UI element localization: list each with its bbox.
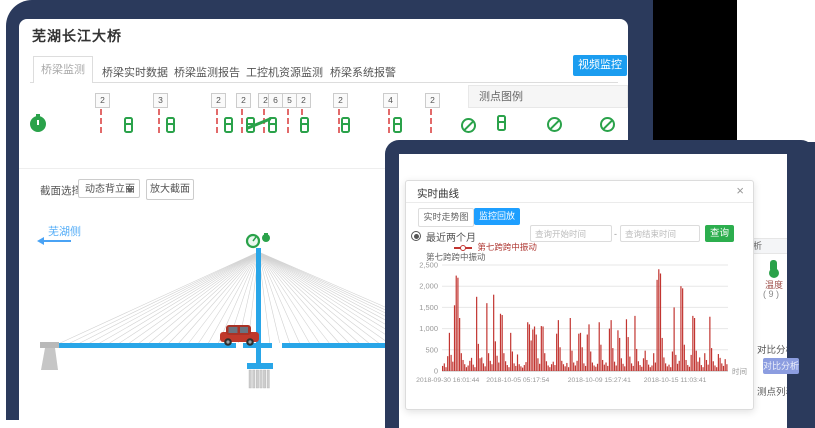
chain-sensor-icon[interactable] — [124, 117, 133, 132]
dialog-header: 实时曲线 × — [406, 181, 753, 203]
deck-joint — [236, 343, 243, 348]
no-entry-legend-icon — [547, 117, 562, 132]
sensor-count-badge[interactable]: 2 — [211, 93, 226, 108]
stopwatch-icon[interactable] — [30, 116, 46, 132]
chain-sensor-icon[interactable] — [224, 117, 233, 132]
chain-sensor-icon[interactable] — [300, 117, 309, 132]
abutment-pier — [41, 348, 58, 370]
front-window-content: 析 温度 ( 9 ) 对比分析 对比分析 测点列表 实时曲线 × 实时走势图 监… — [399, 154, 787, 428]
sensor-dash-line — [216, 109, 218, 133]
svg-text:2018-10-15 11:03:41: 2018-10-15 11:03:41 — [644, 377, 707, 384]
pier-piles — [249, 370, 269, 388]
tab-ipc-resource[interactable]: 工控机资源监测 — [246, 64, 323, 80]
tab-realtime-data[interactable]: 桥梁实时数据 — [102, 64, 168, 80]
svg-text:1,500: 1,500 — [419, 303, 438, 312]
dialog-title: 实时曲线 — [417, 186, 459, 201]
sensor-dash-line — [241, 109, 243, 133]
sensor-count-badge[interactable]: 2 — [236, 93, 251, 108]
last-two-months-radio[interactable] — [411, 231, 421, 241]
vibration-chart: 0 500 1,000 1,500 2,000 2,500 2018-09-30 16:01… — [410, 259, 748, 403]
deck-joint — [272, 343, 282, 348]
tab-realtime-trend[interactable]: 实时走势图 — [418, 208, 474, 227]
bridge-tower — [256, 248, 261, 366]
sensor-dash-line — [100, 109, 102, 133]
front-window: 析 温度 ( 9 ) 对比分析 对比分析 测点列表 实时曲线 × 实时走势图 监… — [385, 140, 815, 428]
car-illustration — [220, 325, 259, 346]
temperature-count: ( 9 ) — [763, 289, 779, 299]
sensor-count-badge[interactable]: 4 — [383, 93, 398, 108]
svg-text:2018-10-05 05:17:54: 2018-10-05 05:17:54 — [486, 377, 549, 384]
tab-system-alarm[interactable]: 桥梁系统报警 — [330, 64, 396, 80]
sensor-count-badge[interactable]: 6 — [268, 93, 283, 108]
bridge-cables — [58, 252, 388, 344]
sensor-count-badge[interactable]: 2 — [95, 93, 110, 108]
svg-text:时间: 时间 — [732, 366, 747, 376]
compare-analysis-button[interactable]: 对比分析 — [763, 358, 799, 374]
sensor-dash-line — [158, 109, 160, 133]
section-select-dropdown[interactable]: 动态背立面 — [78, 179, 140, 198]
query-button[interactable]: 查询 — [705, 225, 734, 242]
tabbar-divider — [30, 82, 618, 83]
bridge-deck — [58, 343, 388, 348]
svg-text:1,000: 1,000 — [419, 324, 438, 333]
video-monitor-button[interactable]: 视频监控 — [573, 55, 627, 76]
svg-text:500: 500 — [425, 345, 438, 354]
zoom-section-button[interactable]: 放大截面 — [146, 179, 194, 200]
no-entry-legend-icon — [600, 117, 615, 132]
tab-monitoring-report[interactable]: 桥梁监测报告 — [174, 64, 240, 80]
point-list-label: 测点列表 — [757, 384, 787, 398]
legend-label: 第七跨跨中振动 — [477, 242, 537, 252]
sensor-count-badge[interactable]: 2 — [296, 93, 311, 108]
sensor-count-badge[interactable]: 2 — [333, 93, 348, 108]
tab-bridge-monitoring[interactable]: 桥梁监测 — [33, 56, 93, 83]
page-title: 芜湖长江大桥 — [32, 26, 122, 46]
desktop-black-region — [653, 0, 737, 142]
tab-monitor-playback[interactable]: 监控回放 — [474, 208, 520, 225]
chain-sensor-icon[interactable] — [393, 117, 402, 132]
thermometer-icon[interactable] — [770, 260, 777, 272]
svg-text:2018-09-30 16:01:44: 2018-09-30 16:01:44 — [416, 377, 479, 384]
chain-sensor-icon[interactable] — [166, 117, 175, 132]
legend-panel-header: 测点图例 — [468, 85, 628, 108]
date-range-separator: - — [614, 229, 617, 239]
query-end-time-input[interactable] — [620, 225, 700, 242]
svg-text:0: 0 — [434, 367, 438, 376]
sensor-dash-line — [388, 109, 390, 133]
sensor-count-badge[interactable]: 3 — [153, 93, 168, 108]
svg-text:2,500: 2,500 — [419, 261, 438, 270]
chain-legend-icon — [497, 115, 506, 130]
pier-crossbeam — [247, 363, 273, 369]
abutment-cap — [40, 342, 59, 348]
desktop-white-region — [737, 0, 815, 142]
compare-analysis-title: 对比分析 — [757, 342, 787, 356]
sensor-dash-line — [430, 109, 432, 133]
strip-section-header: 析 — [753, 238, 787, 254]
bridge-diagram — [20, 212, 388, 420]
sensor-count-badge[interactable]: 2 — [425, 93, 440, 108]
chain-sensor-icon[interactable] — [341, 117, 350, 132]
sensor-count-badge[interactable]: 5 — [282, 93, 297, 108]
sensor-dash-line — [287, 109, 289, 133]
no-entry-icon[interactable] — [461, 118, 476, 133]
query-start-time-input[interactable] — [530, 225, 612, 242]
section-divider — [19, 168, 385, 169]
sensor-dash-line — [338, 109, 340, 133]
realtime-curve-dialog: 实时曲线 × 实时走势图 监控回放 最近两个月 - 查询 第七跨跨中振动 第七跨… — [405, 180, 754, 410]
svg-text:2,000: 2,000 — [419, 282, 438, 291]
close-icon[interactable]: × — [736, 184, 744, 197]
svg-text:2018-10-09 15:27:41: 2018-10-09 15:27:41 — [568, 377, 631, 384]
chevron-down-icon — [126, 188, 134, 193]
